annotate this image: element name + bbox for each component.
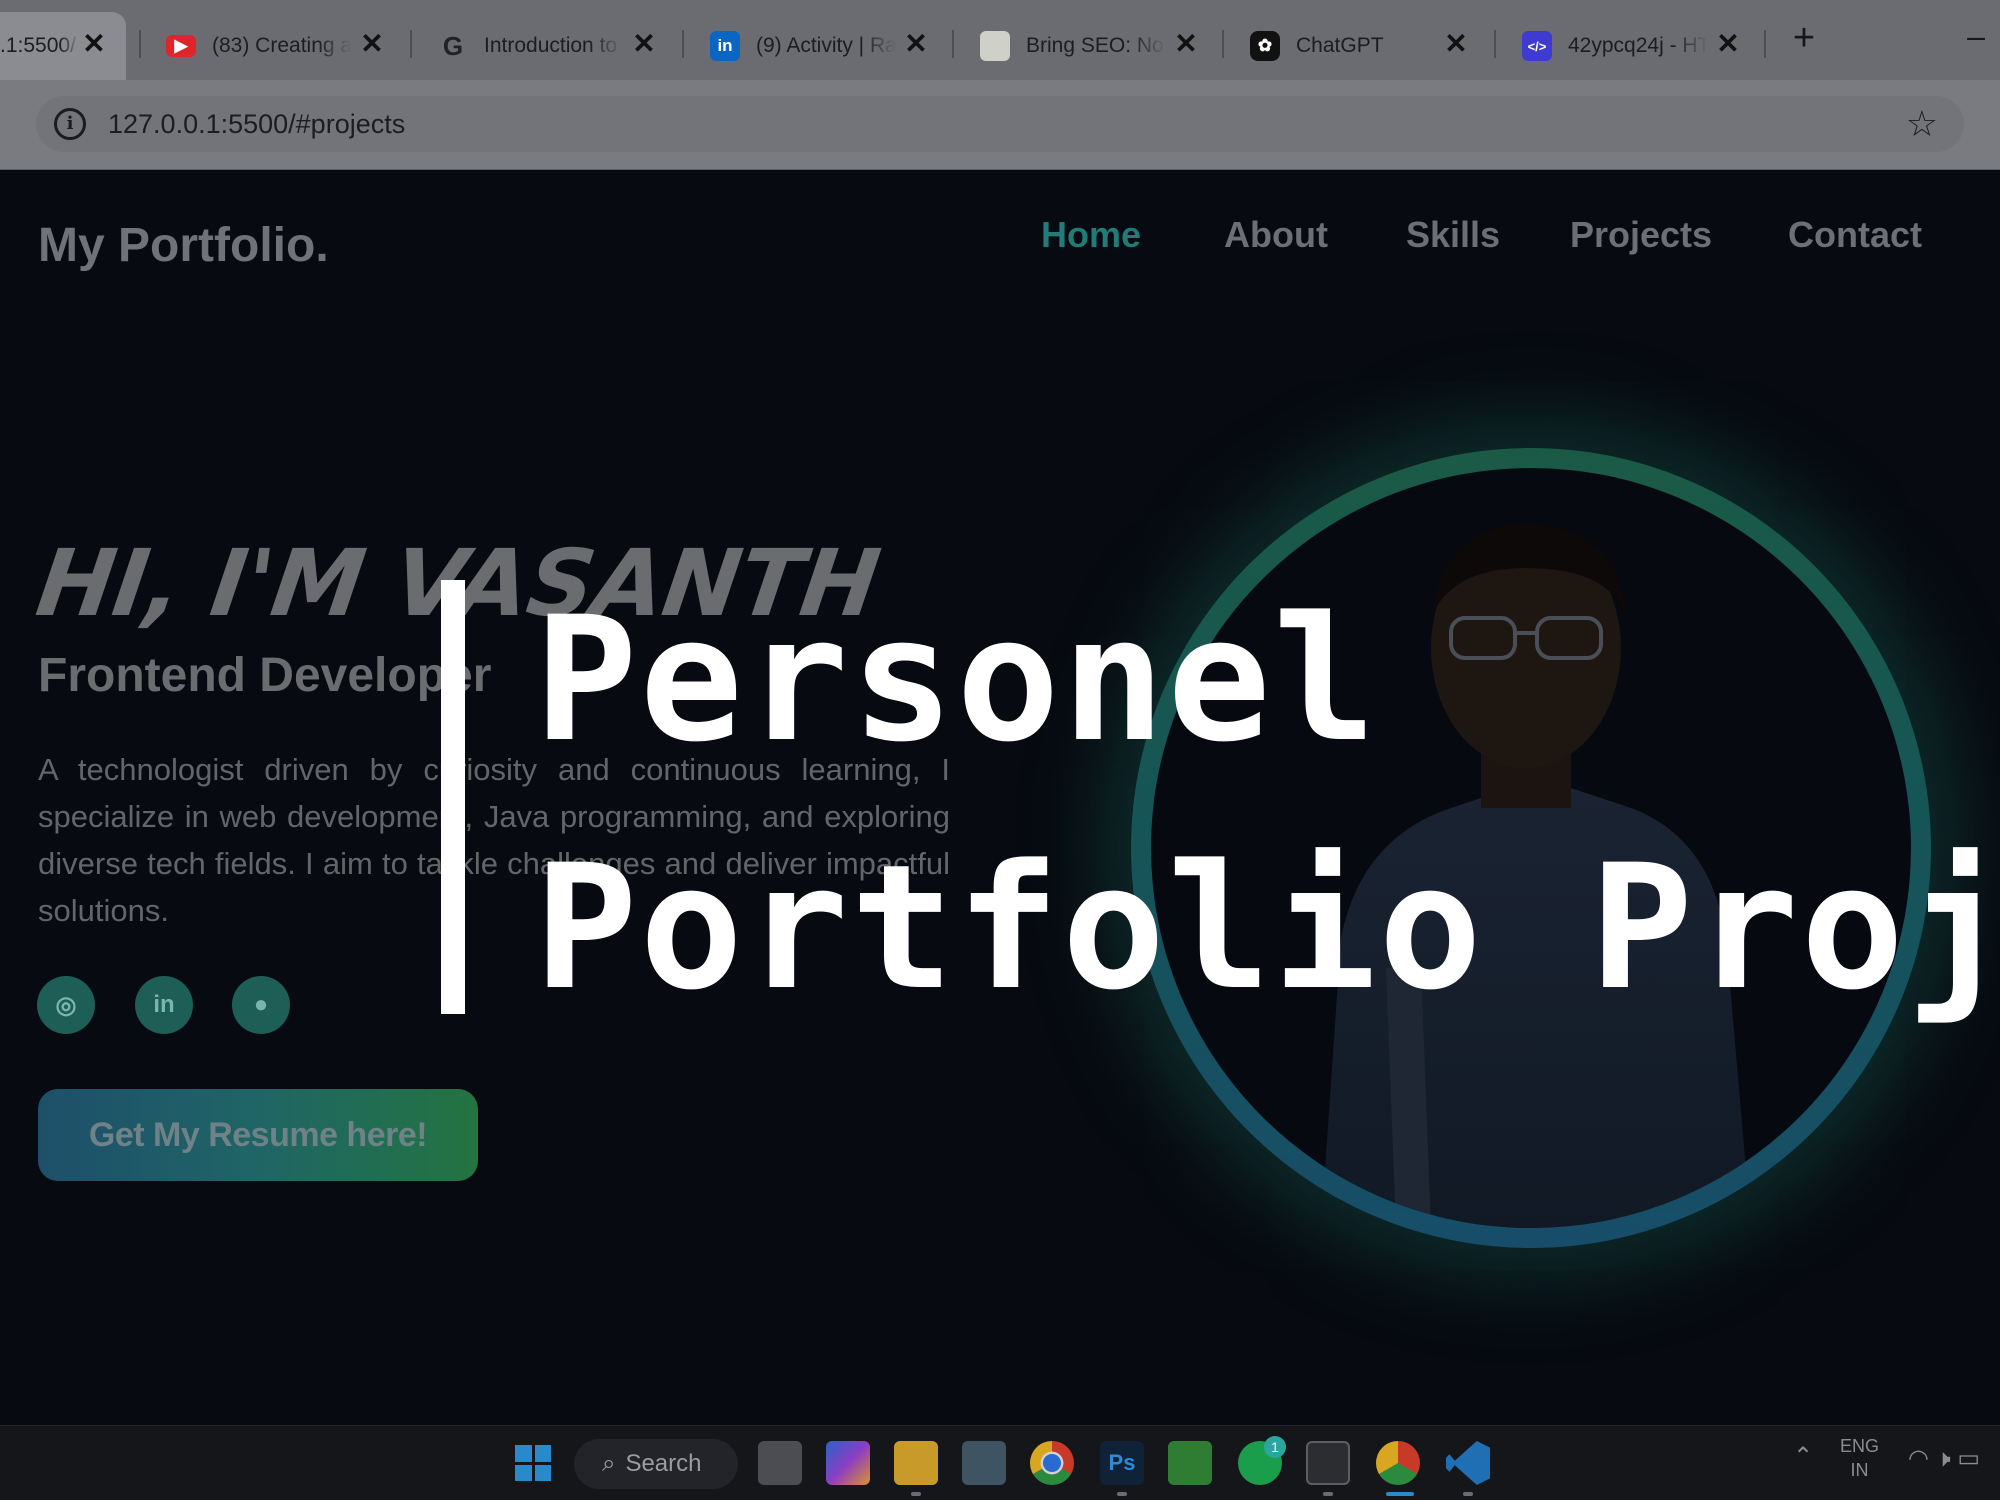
nav-contact-link[interactable]: Contact xyxy=(1788,214,1922,256)
url-text[interactable]: 127.0.0.1:5500/#projects xyxy=(108,108,405,140)
youtube-icon: ▶ xyxy=(166,35,196,57)
tab-separator xyxy=(1764,30,1766,58)
site-logo[interactable]: My Portfolio. xyxy=(38,218,329,273)
search-icon: ⌕ xyxy=(602,1450,616,1477)
windows-taskbar: ⌕ Search Ps 1 ⌃ ENG IN ◠ 🕨 ▭ xyxy=(0,1425,2000,1500)
close-tab-icon[interactable]: ✕ xyxy=(1442,30,1470,58)
lang-code: ENG xyxy=(1840,1436,1880,1456)
nav-home-link[interactable]: Home xyxy=(1041,214,1141,256)
start-button[interactable] xyxy=(511,1441,555,1485)
screen: .1:5500/ ✕ ▶ (83) Creating a ✕ G Introdu… xyxy=(0,0,2000,1500)
terminal-icon[interactable] xyxy=(1306,1441,1350,1485)
close-tab-icon[interactable]: ✕ xyxy=(80,30,108,58)
bookmark-star-icon[interactable]: ☆ xyxy=(1906,102,1938,146)
browser-tab-seo[interactable]: Bring SEO: No ✕ xyxy=(954,12,1218,80)
browser-tab-linkedin[interactable]: in (9) Activity | Ra ✕ xyxy=(684,12,948,80)
close-tab-icon[interactable]: ✕ xyxy=(1714,30,1742,58)
overlay-title-line1: Personel xyxy=(534,579,1379,780)
chrome-profile-icon[interactable] xyxy=(1376,1441,1420,1485)
address-bar[interactable]: i 127.0.0.1:5500/#projects ☆ xyxy=(36,96,1964,152)
tab-title: (9) Activity | Ra xyxy=(756,34,896,57)
browser-tab-google[interactable]: G Introduction to ✕ xyxy=(412,12,676,80)
overlay-accent-bar xyxy=(441,580,465,1014)
instagram-button[interactable]: ◎ xyxy=(37,976,95,1034)
browser-tab-active[interactable]: .1:5500/ ✕ xyxy=(0,12,126,80)
seo-site-icon xyxy=(980,31,1010,61)
tab-title: (83) Creating a xyxy=(212,34,352,57)
code-icon: </> xyxy=(1522,31,1552,61)
close-tab-icon[interactable]: ✕ xyxy=(358,30,386,58)
tab-title: 42ypcq24j - HT xyxy=(1568,34,1708,57)
browser-toolbar: i 127.0.0.1:5500/#projects ☆ xyxy=(0,80,2000,170)
task-view-icon[interactable] xyxy=(758,1441,802,1485)
browser-tab-strip: .1:5500/ ✕ ▶ (83) Creating a ✕ G Introdu… xyxy=(0,0,2000,80)
linkedin-icon: in xyxy=(153,991,175,1018)
google-icon: G xyxy=(442,30,464,61)
wifi-icon: ◠ xyxy=(1908,1445,1929,1472)
overlay-title-line2: Portfolio Proj. xyxy=(534,827,2000,1028)
input-language[interactable]: ENG IN xyxy=(1840,1434,1879,1482)
photoshop-icon[interactable]: Ps xyxy=(1100,1441,1144,1485)
tab-title: ChatGPT xyxy=(1296,34,1384,57)
github-icon: ● xyxy=(253,991,269,1018)
running-indicator xyxy=(1323,1492,1333,1496)
site-info-icon[interactable]: i xyxy=(54,108,86,140)
close-tab-icon[interactable]: ✕ xyxy=(1172,30,1200,58)
linkedin-button[interactable]: in xyxy=(135,976,193,1034)
hidden-icons-chevron[interactable]: ⌃ xyxy=(1793,1442,1813,1471)
nav-about-link[interactable]: About xyxy=(1224,214,1328,256)
volume-muted-icon: 🕨 xyxy=(1935,1445,1951,1472)
tab-title: Introduction to xyxy=(484,34,618,57)
whatsapp-badge: 1 xyxy=(1264,1436,1286,1458)
minimize-window-button[interactable]: – xyxy=(1958,18,1994,54)
battery-icon: ▭ xyxy=(1957,1445,1981,1472)
portfolio-page: My Portfolio. Home About Skills Projects… xyxy=(0,170,2000,1425)
chrome-icon[interactable] xyxy=(1030,1441,1074,1485)
close-tab-icon[interactable]: ✕ xyxy=(630,30,658,58)
chatgpt-icon: ✿ xyxy=(1250,31,1280,61)
new-tab-button[interactable]: + xyxy=(1784,18,1824,58)
active-indicator xyxy=(1386,1492,1414,1496)
classroom-icon[interactable] xyxy=(1168,1441,1212,1485)
hero-role: Frontend Developer xyxy=(38,649,492,702)
running-indicator xyxy=(911,1492,921,1496)
tab-title: Bring SEO: No xyxy=(1026,34,1164,57)
browser-tab-code[interactable]: </> 42ypcq24j - HT ✕ xyxy=(1496,12,1760,80)
copilot-icon[interactable] xyxy=(826,1441,870,1485)
close-tab-icon[interactable]: ✕ xyxy=(902,30,930,58)
linkedin-icon: in xyxy=(710,31,740,61)
github-button[interactable]: ● xyxy=(232,976,290,1034)
taskbar-search[interactable]: ⌕ Search xyxy=(574,1439,738,1489)
region-code: IN xyxy=(1850,1460,1869,1480)
file-explorer-icon[interactable] xyxy=(894,1441,938,1485)
search-label: Search xyxy=(625,1450,702,1477)
resume-button[interactable]: Get My Resume here! xyxy=(38,1089,478,1181)
system-tray[interactable]: ◠ 🕨 ▭ xyxy=(1908,1444,1980,1473)
running-indicator xyxy=(1117,1492,1127,1496)
tab-title: .1:5500/ xyxy=(0,34,76,57)
calculator-icon[interactable] xyxy=(962,1441,1006,1485)
vscode-icon[interactable] xyxy=(1446,1441,1490,1485)
browser-tab-youtube[interactable]: ▶ (83) Creating a ✕ xyxy=(140,12,404,80)
browser-tab-chatgpt[interactable]: ✿ ChatGPT ✕ xyxy=(1224,12,1488,80)
nav-projects-link[interactable]: Projects xyxy=(1570,214,1712,256)
nav-skills-link[interactable]: Skills xyxy=(1406,214,1500,256)
running-indicator xyxy=(1463,1492,1473,1496)
instagram-icon: ◎ xyxy=(55,991,77,1019)
